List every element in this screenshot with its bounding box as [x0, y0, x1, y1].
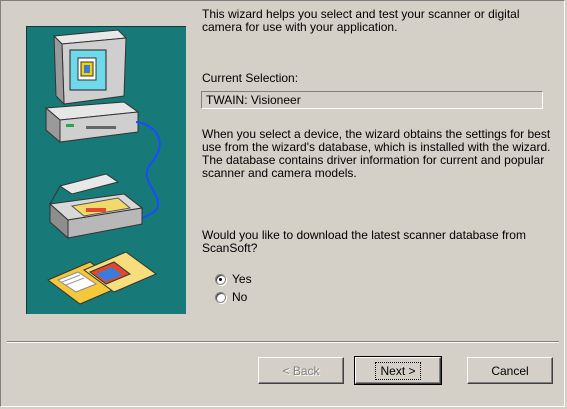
description-text: When you select a device, the wizard obt…: [202, 127, 551, 180]
wizard-illustration: [26, 26, 186, 314]
radio-no-label: No: [232, 290, 248, 304]
current-selection-field: TWAIN: Visioneer: [201, 91, 543, 109]
computer-icon: [44, 29, 140, 144]
scanner-icon: [48, 173, 144, 240]
back-button[interactable]: < Back: [258, 357, 344, 384]
separator: [7, 341, 559, 343]
documents-icon: [47, 251, 158, 305]
current-selection-label: Current Selection:: [202, 71, 299, 85]
question-text: Would you like to download the latest sc…: [202, 228, 526, 255]
next-button[interactable]: Next >: [354, 356, 442, 385]
intro-text: This wizard helps you select and test yo…: [202, 7, 520, 34]
next-button-label: Next >: [375, 361, 421, 380]
radio-no[interactable]: No: [215, 290, 247, 304]
radio-button-icon[interactable]: [215, 273, 226, 285]
radio-selected-dot: [219, 277, 222, 281]
radio-yes[interactable]: Yes: [215, 272, 252, 286]
radio-yes-label: Yes: [232, 272, 252, 286]
radio-button-icon[interactable]: [215, 291, 226, 303]
cancel-button[interactable]: Cancel: [467, 357, 553, 384]
